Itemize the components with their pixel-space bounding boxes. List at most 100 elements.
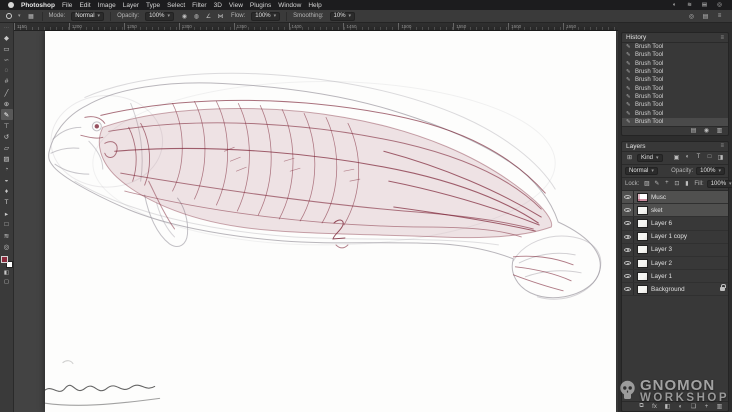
tool-hand[interactable]: ≋ (1, 230, 13, 241)
filter-type-layers-icon[interactable]: T (694, 154, 703, 161)
layer-thumbnail[interactable] (637, 245, 648, 255)
layer-row[interactable]: Layer 1 copy (622, 230, 728, 244)
tool-eraser[interactable]: ▱ (1, 142, 13, 153)
tool-eyedropper[interactable]: ╱ (1, 87, 13, 98)
new-layer-icon[interactable]: + (702, 404, 711, 410)
tool-gradient[interactable]: ▨ (1, 153, 13, 164)
smoothing-select[interactable]: 10% ▾ (329, 11, 356, 21)
history-entry[interactable]: ✎ Brush Tool (622, 76, 728, 84)
layer-row[interactable]: Layer 1 (622, 270, 728, 284)
layer-row[interactable]: Layer 3 (622, 243, 728, 257)
tool-blur[interactable]: ◔ (1, 164, 13, 175)
symmetry-icon[interactable]: ⋈ (216, 13, 225, 20)
workspace-switcher-icon[interactable]: ≡ (715, 13, 724, 20)
layer-row[interactable]: Layer 6 (622, 217, 728, 231)
tool-shape[interactable]: □ (1, 219, 13, 230)
new-snapshot-icon[interactable]: ◉ (702, 127, 711, 134)
layer-thumbnail[interactable] (637, 218, 648, 228)
menu-item[interactable]: Type (146, 2, 160, 9)
layer-effects-icon[interactable]: fx (650, 404, 659, 410)
tool-healing-brush[interactable]: ⊕ (1, 98, 13, 109)
new-document-from-state-icon[interactable]: ▤ (689, 127, 698, 134)
filter-adjustment-layers-icon[interactable]: ◐ (683, 154, 692, 161)
layer-row[interactable]: sket (622, 204, 728, 218)
filter-smart-objects-icon[interactable]: ◨ (716, 154, 725, 161)
layer-thumbnail[interactable] (637, 271, 648, 281)
blend-mode-select[interactable]: Normal ▾ (625, 166, 658, 175)
tool-type[interactable]: T (1, 197, 13, 208)
filter-shape-layers-icon[interactable]: □ (705, 154, 714, 161)
tool-path-selection[interactable]: ▸ (1, 208, 13, 219)
pressure-opacity-icon[interactable]: ◉ (180, 13, 189, 20)
layer-thumbnail[interactable] (637, 205, 648, 215)
fill-select[interactable]: 100% ▾ (706, 179, 732, 188)
visibility-toggle[interactable] (622, 283, 634, 296)
quick-mask-button[interactable]: ◧ (1, 268, 13, 277)
menu-item[interactable]: File (62, 2, 72, 9)
visibility-toggle[interactable] (622, 217, 634, 230)
delete-layer-icon[interactable]: ▥ (715, 403, 724, 410)
brush-preset-caret-icon[interactable]: ▾ (18, 13, 21, 19)
filter-pixel-layers-icon[interactable]: ▣ (672, 154, 681, 161)
history-entry[interactable]: ✎ Brush Tool (622, 43, 728, 51)
tool-brush[interactable]: ✎ (0, 109, 13, 120)
tool-dodge[interactable]: ◒ (1, 175, 13, 186)
layer-thumbnail[interactable] (637, 284, 648, 294)
document-canvas[interactable] (45, 31, 616, 412)
brush-panel-toggle-icon[interactable]: ▦ (27, 13, 36, 20)
filter-grid-icon[interactable]: ⊞ (625, 154, 634, 161)
layer-row[interactable]: Layer 2 (622, 256, 728, 271)
tool-move[interactable]: ◆ (1, 32, 13, 43)
history-entry[interactable]: ✎ Brush Tool (622, 93, 728, 101)
history-entry[interactable]: ✎ Brush Tool (622, 101, 728, 109)
app-name[interactable]: Photoshop (21, 2, 55, 9)
screen-mode-button[interactable]: ▢ (1, 277, 13, 286)
tool-quick-selection[interactable]: ◌ (1, 65, 13, 76)
panel-menu-icon[interactable]: ≡ (720, 35, 724, 41)
history-entry[interactable]: ✎ Brush Tool (622, 68, 728, 76)
tool-crop[interactable]: # (1, 76, 13, 87)
opacity-select[interactable]: 100% ▾ (145, 11, 174, 21)
history-entry[interactable]: ✎ Brush Tool (622, 109, 728, 117)
control-center-icon[interactable]: ◐ (670, 2, 679, 8)
arrange-documents-icon[interactable]: ▤ (701, 13, 710, 20)
layer-mask-icon[interactable]: ◧ (663, 403, 672, 410)
layers-opacity-select[interactable]: 100% ▾ (696, 166, 725, 175)
menu-item[interactable]: Edit (79, 2, 90, 9)
visibility-toggle[interactable] (622, 243, 634, 256)
lock-transparency-icon[interactable]: ▨ (642, 180, 651, 187)
edit-toolbar-icon[interactable]: ⋯ (4, 25, 9, 32)
layer-thumbnail[interactable] (637, 232, 648, 242)
tool-lasso[interactable]: ∽ (1, 54, 13, 65)
menu-item[interactable]: Help (308, 2, 321, 9)
menu-item[interactable]: 3D (214, 2, 222, 9)
menu-item[interactable]: View (229, 2, 243, 9)
filter-kind-select[interactable]: Kind ▾ (637, 153, 663, 162)
visibility-toggle[interactable] (622, 256, 634, 270)
visibility-toggle[interactable] (622, 270, 634, 283)
history-entry[interactable]: ✎ Brush Tool (622, 51, 728, 59)
tool-pen[interactable]: ♦ (1, 186, 13, 197)
lock-position-icon[interactable]: + (662, 180, 671, 187)
menu-item[interactable]: Layer (123, 2, 139, 9)
tool-clone-stamp[interactable]: ⊤ (1, 120, 13, 131)
airbrush-icon[interactable]: ◍ (192, 13, 201, 20)
new-group-icon[interactable]: ❑ (689, 403, 698, 410)
lock-image-icon[interactable]: ✎ (652, 180, 661, 187)
tool-zoom[interactable]: ◎ (1, 241, 13, 252)
battery-icon[interactable]: ▤ (700, 2, 709, 8)
foreground-swatch[interactable] (0, 256, 8, 263)
menu-item[interactable]: Select (167, 2, 185, 9)
layer-thumbnail[interactable] (637, 258, 648, 268)
layer-thumbnail[interactable] (637, 192, 648, 202)
adjustment-layer-icon[interactable]: ◐ (676, 404, 685, 410)
layer-row[interactable]: Musc (622, 190, 728, 205)
panel-menu-icon[interactable]: ≡ (720, 143, 724, 149)
lock-artboard-icon[interactable]: ⊡ (672, 180, 681, 187)
link-layers-icon[interactable]: ⧉ (637, 403, 646, 410)
menu-item[interactable]: Filter (192, 2, 206, 9)
brush-preset-icon[interactable] (6, 13, 12, 19)
menu-item[interactable]: Window (278, 2, 301, 9)
history-entry[interactable]: ✎ Brush Tool (622, 60, 728, 68)
search-icon[interactable]: ◎ (687, 13, 696, 20)
